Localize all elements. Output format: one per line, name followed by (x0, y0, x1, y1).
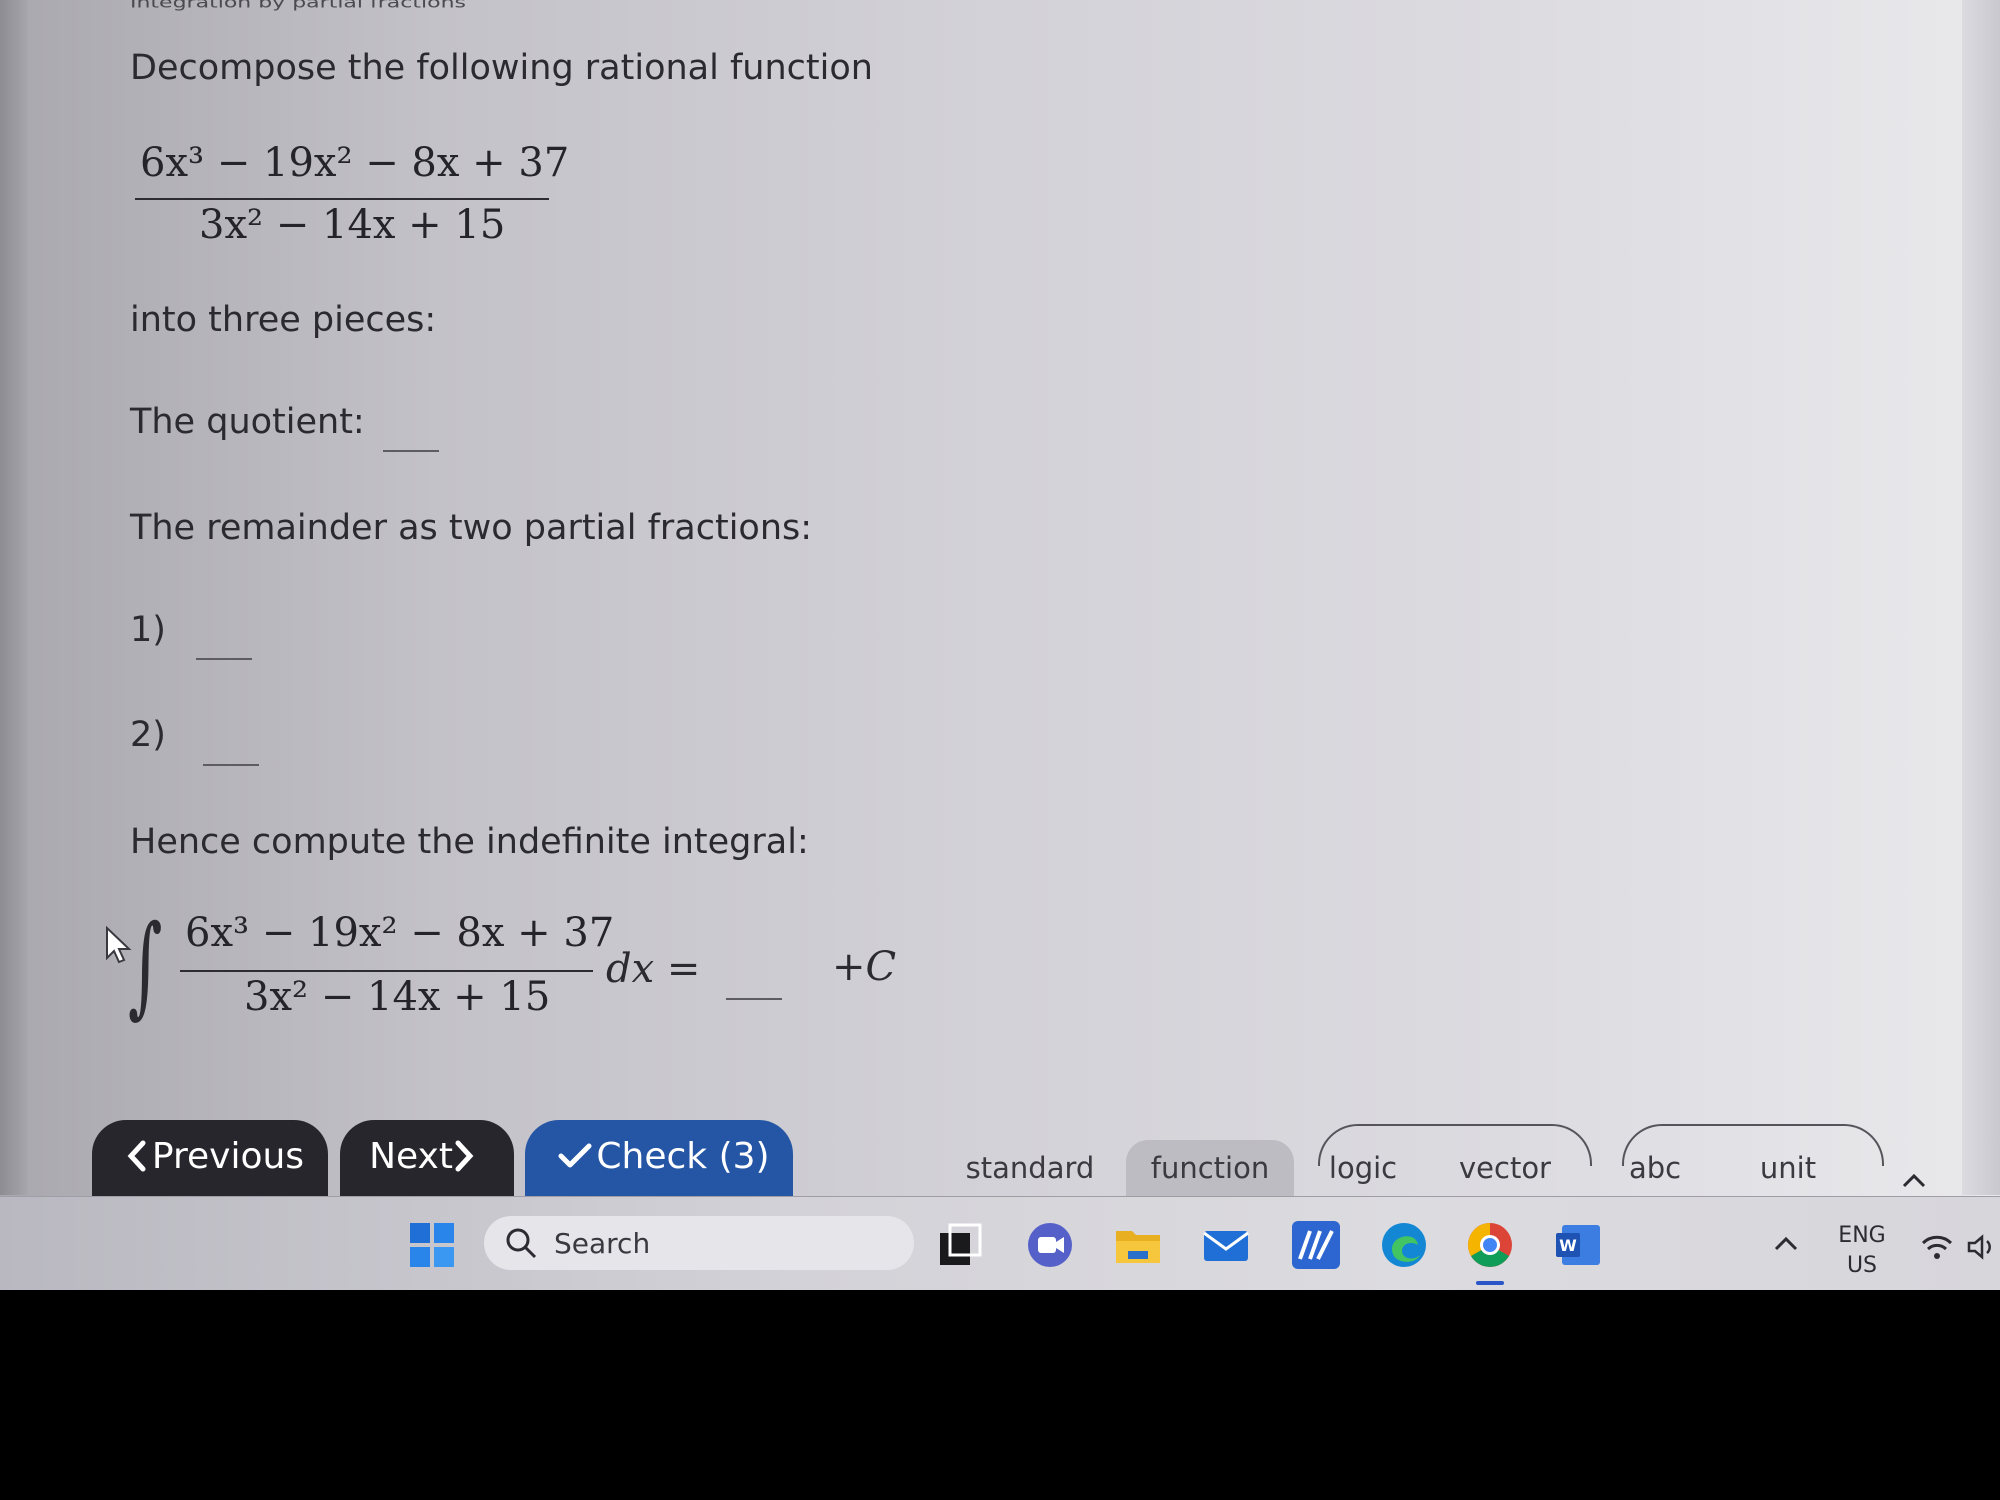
speaker-icon[interactable] (1966, 1233, 1998, 1261)
next-button[interactable]: Next (340, 1120, 514, 1196)
taskbar-search[interactable]: Search (484, 1216, 914, 1270)
tab-logic[interactable]: logic (1300, 1140, 1426, 1196)
language-code[interactable]: ENG (1822, 1223, 1902, 1248)
chevron-up-icon[interactable] (1772, 1233, 1800, 1253)
file-explorer-icon[interactable] (1114, 1221, 1162, 1269)
integral-answer-field[interactable] (726, 998, 782, 1000)
svg-text:W: W (1559, 1236, 1577, 1255)
previous-label: Previous (151, 1135, 305, 1177)
checkmark-icon (558, 1143, 592, 1168)
integrand-denominator: 3x² − 14x + 15 (244, 974, 551, 1020)
task-view-icon[interactable] (936, 1221, 984, 1269)
tab-abc[interactable]: abc (1600, 1140, 1710, 1196)
partial-fraction-1-field[interactable] (196, 658, 252, 660)
integrand-fraction: 6x³ − 19x² − 8x + 37 3x² − 14x + 15 (180, 910, 614, 1030)
chrome-icon[interactable] (1466, 1221, 1514, 1269)
decompose-prompt: Decompose the following rational functio… (130, 48, 873, 88)
edge-icon[interactable] (1380, 1221, 1428, 1269)
search-icon (506, 1228, 537, 1259)
question-title: Integration by partial fractions (130, 0, 466, 12)
taskbar: Search W ENG US (0, 1196, 2000, 1290)
check-button[interactable]: Check (3) (525, 1120, 793, 1196)
chevron-left-icon (127, 1140, 146, 1172)
tab-function[interactable]: function (1126, 1140, 1294, 1196)
integrand-bar (180, 970, 593, 972)
quotient-answer-field[interactable] (383, 450, 439, 452)
tab-standard[interactable]: standard (936, 1140, 1124, 1196)
dx-equals: dx = (606, 946, 701, 992)
windows-start-icon[interactable] (408, 1221, 456, 1269)
fraction-denominator: 3x² − 14x + 15 (199, 202, 506, 248)
remainder-label: The remainder as two partial fractions: (130, 508, 813, 548)
into-three-pieces: into three pieces: (130, 300, 437, 340)
fraction-numerator: 6x³ − 19x² − 8x + 37 (140, 140, 570, 186)
integral-prompt: Hence compute the indefinite integral: (130, 822, 809, 862)
mail-icon[interactable] (1202, 1221, 1250, 1269)
next-label: Next (369, 1135, 453, 1177)
tab-vector[interactable]: vector (1432, 1140, 1578, 1196)
wifi-icon[interactable] (1920, 1233, 1954, 1261)
chrome-active-indicator (1476, 1281, 1504, 1285)
meet-icon[interactable] (1026, 1221, 1074, 1269)
quotient-label: The quotient: (130, 402, 365, 442)
chevron-right-icon (455, 1140, 474, 1172)
word-icon[interactable]: W (1554, 1221, 1602, 1269)
screen: Integration by partial fractions Decompo… (0, 0, 2000, 1290)
partial-fraction-1-label: 1) (130, 610, 166, 650)
tab-unit[interactable]: unit (1720, 1140, 1856, 1196)
integral-sign: ∫ (128, 901, 163, 1029)
language-region[interactable]: US (1822, 1253, 1902, 1278)
chevron-up-icon[interactable] (1900, 1170, 1928, 1190)
rational-function: 6x³ − 19x² − 8x + 37 3x² − 14x + 15 (135, 140, 569, 260)
search-placeholder: Search (554, 1226, 651, 1260)
mathtype-icon[interactable] (1292, 1221, 1340, 1269)
partial-fraction-2-label: 2) (130, 715, 166, 755)
partial-fraction-2-field[interactable] (203, 764, 259, 766)
check-label: Check (3) (596, 1135, 770, 1177)
fraction-bar (135, 198, 549, 200)
previous-button[interactable]: Previous (92, 1120, 328, 1196)
constant-of-integration: +C (832, 944, 897, 990)
integrand-numerator: 6x³ − 19x² − 8x + 37 (185, 910, 615, 956)
